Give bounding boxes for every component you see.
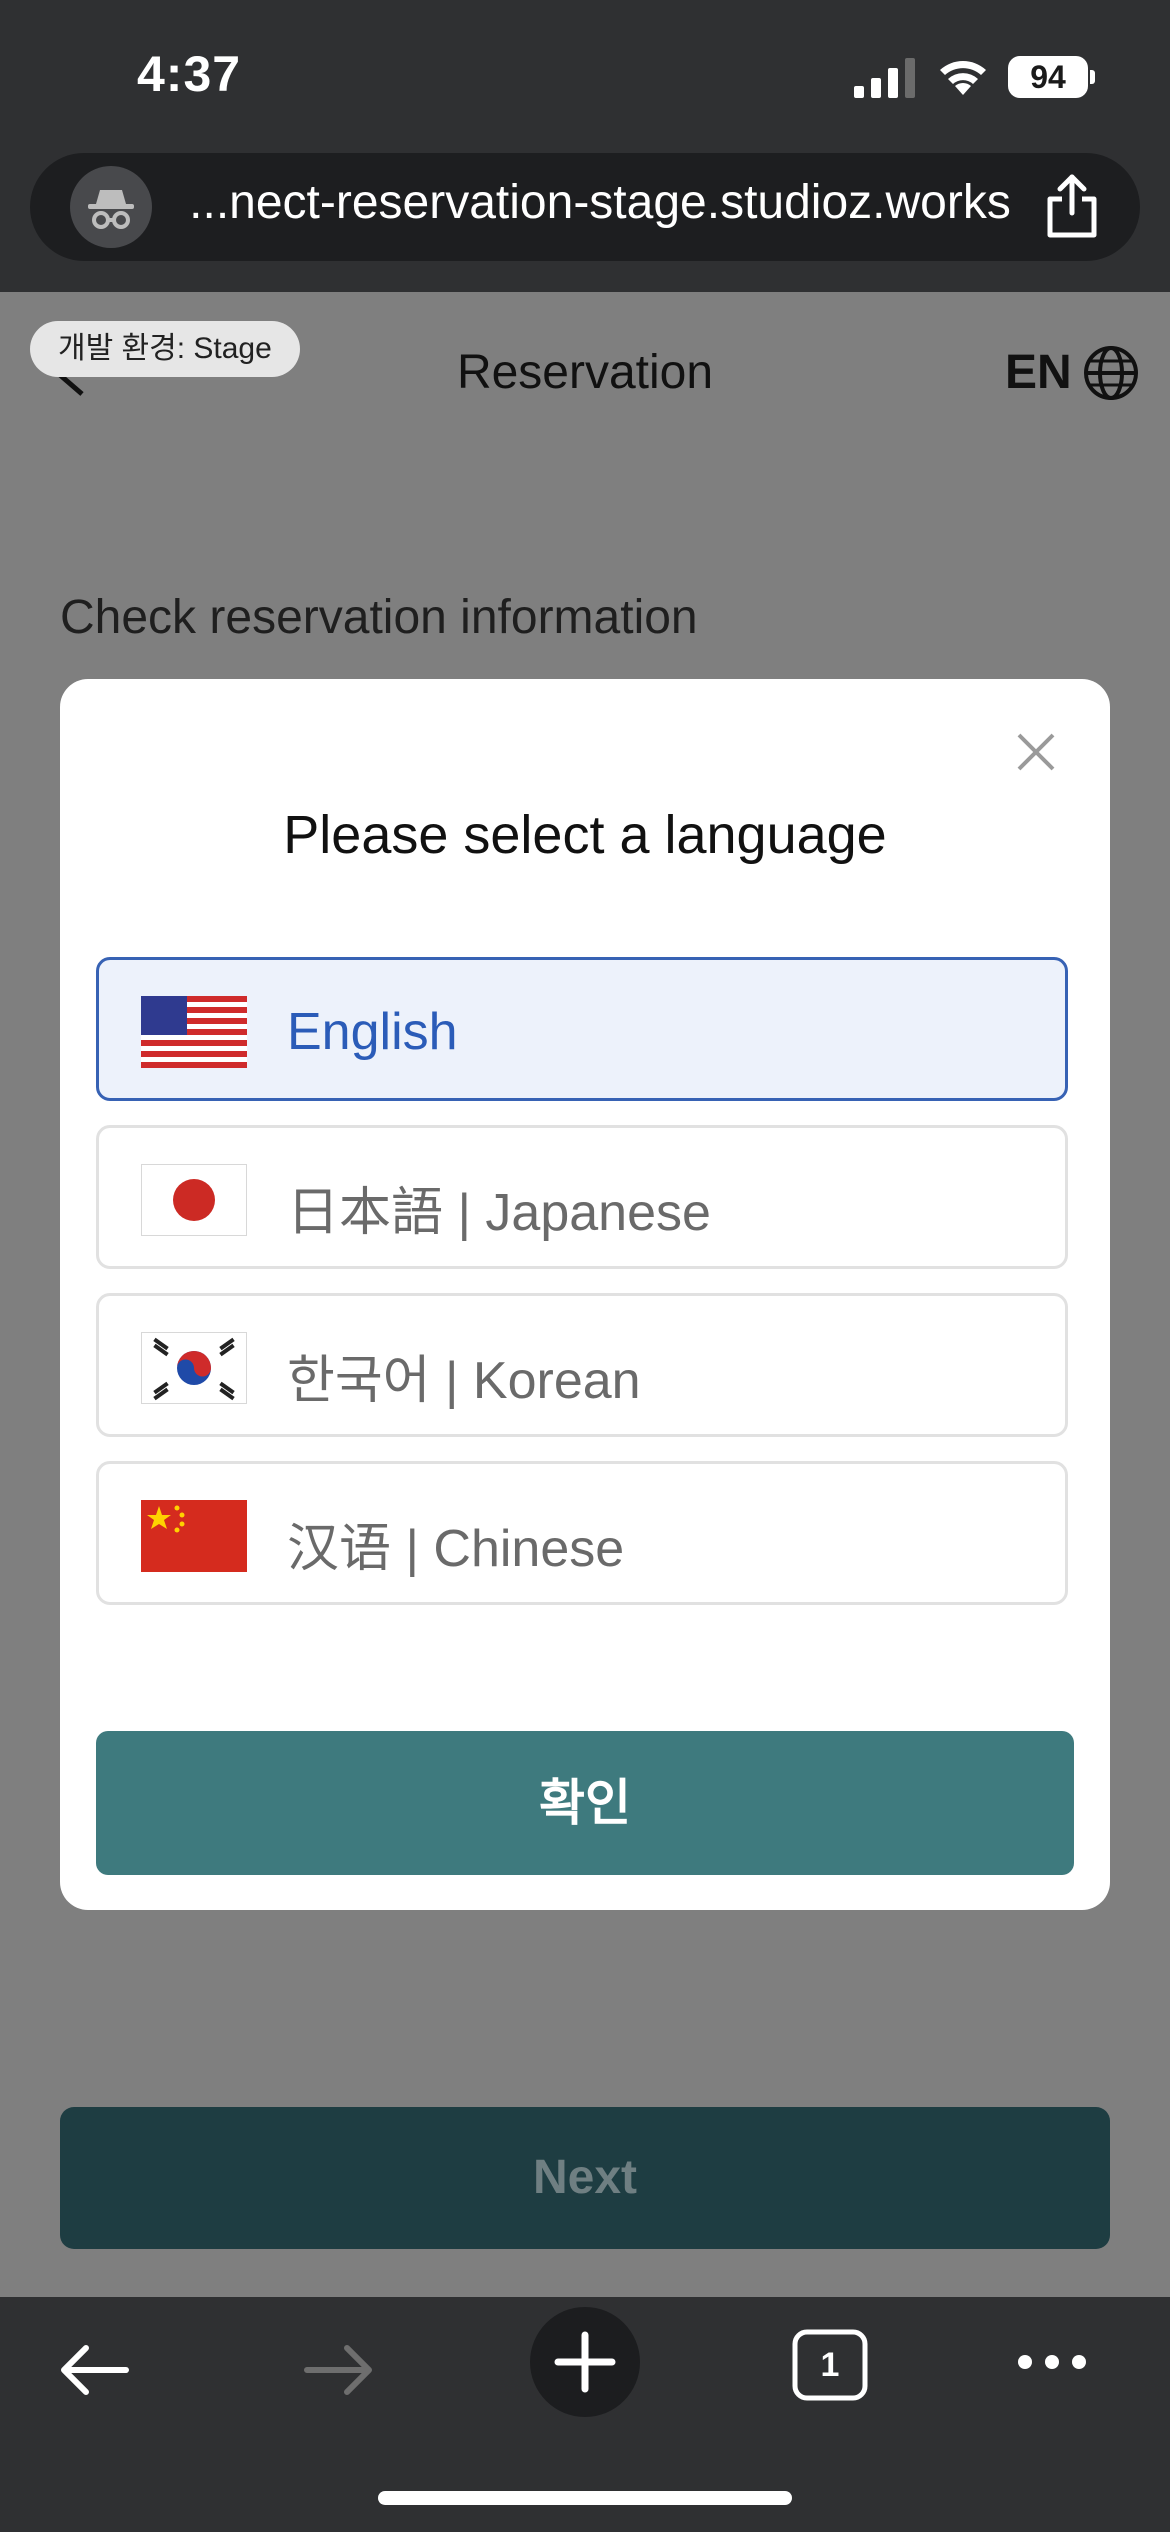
home-indicator	[378, 2491, 792, 2505]
language-option-label: English	[287, 1003, 458, 1061]
close-icon[interactable]	[1015, 731, 1057, 773]
wifi-icon	[940, 61, 986, 95]
cellular-signal-icon	[854, 58, 915, 98]
tab-count: 1	[820, 2346, 840, 2384]
status-time: 4:37	[137, 46, 242, 102]
language-option-korean[interactable]: 한국어 | Korean	[96, 1293, 1068, 1437]
section-label: Check reservation information	[60, 591, 698, 644]
address-bar[interactable]: ...nect-reservation-stage.studioz.works	[30, 153, 1140, 261]
battery-indicator: 94	[1008, 56, 1088, 98]
globe-icon[interactable]	[1083, 345, 1139, 401]
new-tab-button[interactable]	[530, 2307, 640, 2417]
battery-nub	[1090, 70, 1095, 84]
language-option-label: 日本語 | Japanese	[287, 1184, 711, 1242]
us-flag-icon	[141, 996, 247, 1068]
language-option-label: 汉语 | Chinese	[287, 1520, 625, 1578]
language-option-label: 한국어 | Korean	[287, 1352, 641, 1410]
share-icon[interactable]	[1042, 173, 1102, 239]
page-title: Reservation	[456, 346, 714, 399]
korea-flag-icon	[141, 1332, 247, 1404]
language-option-chinese[interactable]: 汉语 | Chinese	[96, 1461, 1068, 1605]
more-options-icon[interactable]	[1015, 2347, 1090, 2377]
plus-icon	[554, 2331, 616, 2393]
language-option-japanese[interactable]: 日本語 | Japanese	[96, 1125, 1068, 1269]
url-text[interactable]: ...nect-reservation-stage.studioz.works	[140, 175, 1060, 230]
tabs-button[interactable]: 1	[790, 2327, 870, 2403]
next-button[interactable]: Next	[60, 2107, 1110, 2249]
modal-title: Please select a language	[283, 805, 887, 865]
forward-arrow-icon[interactable]	[303, 2342, 375, 2398]
confirm-button[interactable]: 확인	[96, 1731, 1074, 1875]
china-flag-icon	[141, 1500, 247, 1572]
back-arrow-icon[interactable]	[58, 2342, 130, 2398]
browser-top-bar: 4:37 94 ...nect-reservation-stage.studio…	[0, 0, 1170, 292]
language-option-english[interactable]: English	[96, 957, 1068, 1101]
language-modal: Please select a language English 日本語 | J…	[60, 679, 1110, 1910]
japan-flag-icon	[141, 1164, 247, 1236]
language-code[interactable]: EN	[1005, 345, 1072, 400]
